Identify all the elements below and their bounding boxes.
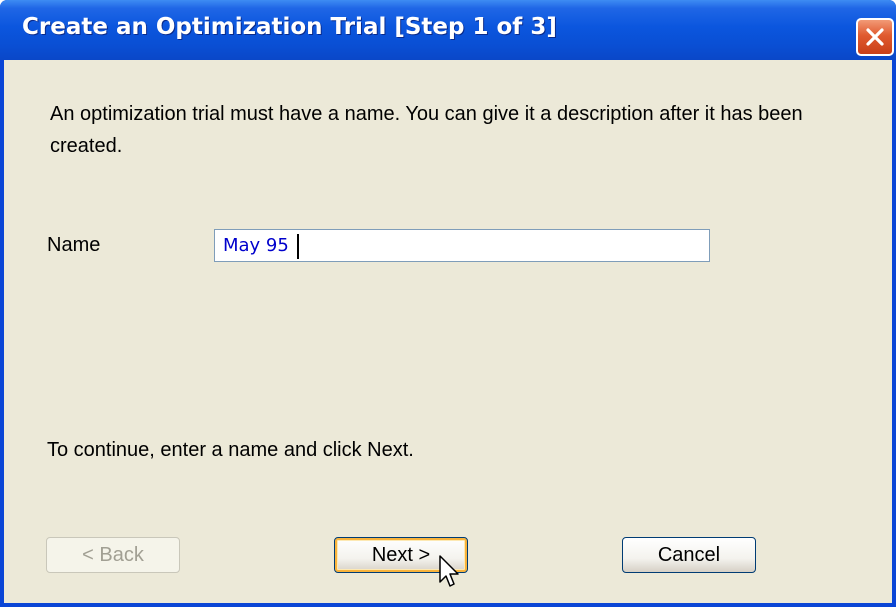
wizard-dialog: Create an Optimization Trial [Step 1 of …	[0, 0, 896, 607]
title-bar[interactable]: Create an Optimization Trial [Step 1 of …	[0, 0, 896, 60]
dialog-body: An optimization trial must have a name. …	[4, 60, 892, 603]
text-caret	[297, 234, 299, 259]
name-input[interactable]	[214, 229, 710, 262]
window-title: Create an Optimization Trial [Step 1 of …	[22, 14, 557, 40]
close-icon	[866, 28, 884, 46]
name-label: Name	[47, 234, 101, 256]
arrow-cursor-icon	[439, 555, 459, 587]
close-button[interactable]	[856, 18, 894, 56]
cancel-button[interactable]: Cancel	[622, 537, 756, 573]
intro-text: An optimization trial must have a name. …	[50, 103, 803, 157]
hint-text: To continue, enter a name and click Next…	[47, 439, 414, 461]
back-button[interactable]: < Back	[46, 537, 180, 573]
